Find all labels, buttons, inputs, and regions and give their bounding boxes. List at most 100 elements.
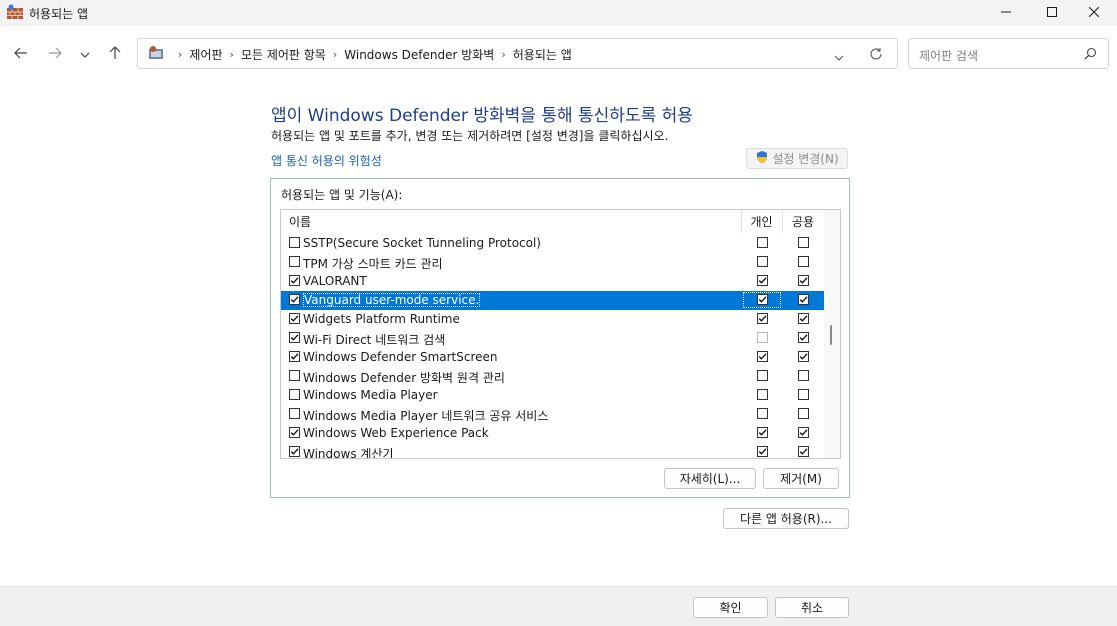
public-network-checkbox[interactable] xyxy=(798,427,809,438)
details-button[interactable]: 자세히(L)... xyxy=(664,468,756,489)
app-row[interactable]: Windows Defender 방화벽 원격 관리 xyxy=(281,367,824,386)
chevron-down-icon xyxy=(834,50,844,64)
refresh-button[interactable] xyxy=(869,47,883,64)
maximize-button[interactable] xyxy=(1029,0,1075,26)
back-button[interactable] xyxy=(8,42,34,66)
shield-icon xyxy=(755,150,769,167)
search-input[interactable]: 제어판 검색 xyxy=(908,38,1109,69)
address-dropdown-button[interactable] xyxy=(834,50,844,64)
remove-button[interactable]: 제거(M) xyxy=(763,468,839,489)
app-row[interactable]: SSTP(Secure Socket Tunneling Protocol) xyxy=(281,234,824,253)
scrollbar-thumb[interactable] xyxy=(830,325,832,345)
private-network-checkbox[interactable] xyxy=(757,427,768,438)
public-network-checkbox[interactable] xyxy=(798,408,809,419)
cancel-button[interactable]: 취소 xyxy=(775,597,849,618)
public-network-checkbox[interactable] xyxy=(798,332,809,343)
forward-button[interactable] xyxy=(42,42,68,66)
private-network-checkbox[interactable] xyxy=(757,408,768,419)
private-network-checkbox[interactable] xyxy=(757,351,768,362)
app-enable-checkbox[interactable] xyxy=(289,313,300,324)
app-enable-checkbox[interactable] xyxy=(289,351,300,362)
arrow-left-icon xyxy=(14,47,28,62)
breadcrumb-control-panel[interactable]: 제어판 xyxy=(189,46,222,63)
column-name-label: 이름 xyxy=(289,215,312,229)
allow-other-app-button[interactable]: 다른 앱 허용(R)... xyxy=(723,508,849,529)
app-enable-checkbox[interactable] xyxy=(289,427,300,438)
recent-locations-button[interactable] xyxy=(72,42,98,66)
up-button[interactable] xyxy=(102,42,128,66)
column-private-label: 개인 xyxy=(750,215,773,229)
private-network-checkbox[interactable] xyxy=(757,313,768,324)
app-name: TPM 가상 스마트 카드 관리 xyxy=(303,257,443,271)
public-network-checkbox[interactable] xyxy=(798,351,809,362)
change-settings-label: 설정 변경(N) xyxy=(772,152,839,166)
public-network-checkbox[interactable] xyxy=(798,275,809,286)
vertical-scrollbar[interactable] xyxy=(824,210,840,458)
private-network-checkbox[interactable] xyxy=(757,370,768,381)
app-row[interactable]: Windows Media Player 네트워크 공유 서비스 xyxy=(281,405,824,424)
app-name: Windows Defender SmartScreen xyxy=(303,350,498,364)
app-enable-checkbox[interactable] xyxy=(289,370,300,381)
public-network-checkbox[interactable] xyxy=(798,313,809,324)
app-row[interactable]: Wi-Fi Direct 네트워크 검색 xyxy=(281,329,824,348)
firewall-app-icon xyxy=(6,4,24,20)
title-bar xyxy=(0,0,1117,26)
minimize-button[interactable] xyxy=(983,0,1029,26)
breadcrumb-firewall[interactable]: Windows Defender 방화벽 xyxy=(344,46,494,63)
app-row[interactable]: Windows 계산기 xyxy=(281,443,824,458)
private-network-checkbox[interactable] xyxy=(757,294,768,305)
private-network-checkbox[interactable] xyxy=(757,446,768,457)
public-network-checkbox[interactable] xyxy=(798,389,809,400)
app-enable-checkbox[interactable] xyxy=(289,237,300,248)
app-name: SSTP(Secure Socket Tunneling Protocol) xyxy=(303,236,541,250)
breadcrumb-all-items[interactable]: 모든 제어판 항목 xyxy=(241,46,326,63)
change-settings-button[interactable]: 설정 변경(N) xyxy=(746,148,848,169)
app-name: Vanguard user-mode service. xyxy=(303,293,481,307)
column-header-public[interactable]: 공용 xyxy=(782,210,824,233)
risk-info-link[interactable]: 앱 통신 허용의 위험성 xyxy=(271,152,382,169)
close-button[interactable] xyxy=(1071,0,1117,26)
column-public-label: 공용 xyxy=(791,215,815,229)
app-enable-checkbox[interactable] xyxy=(289,408,300,419)
breadcrumb: › 제어판 › 모든 제어판 항목 › Windows Defender 방화벽… xyxy=(148,45,572,64)
ok-button[interactable]: 확인 xyxy=(693,597,768,618)
column-header-private[interactable]: 개인 xyxy=(741,210,782,233)
private-network-checkbox[interactable] xyxy=(757,389,768,400)
search-icon[interactable] xyxy=(1084,47,1097,63)
public-network-checkbox[interactable] xyxy=(798,294,809,305)
column-header-name[interactable]: 이름 xyxy=(289,210,739,233)
footer-bar xyxy=(0,586,1117,626)
maximize-icon xyxy=(1047,6,1057,20)
chevron-down-icon xyxy=(80,47,90,61)
app-row[interactable]: Widgets Platform Runtime xyxy=(281,310,824,329)
app-name: Wi-Fi Direct 네트워크 검색 xyxy=(303,333,446,347)
app-enable-checkbox[interactable] xyxy=(289,256,300,267)
breadcrumb-allowed-apps[interactable]: 허용되는 앱 xyxy=(513,46,572,63)
public-network-checkbox[interactable] xyxy=(798,256,809,267)
page-description: 허용되는 앱 및 포트를 추가, 변경 또는 제거하려면 [설정 변경]을 클릭… xyxy=(271,129,669,143)
app-row[interactable]: Windows Web Experience Pack xyxy=(281,424,824,443)
app-enable-checkbox[interactable] xyxy=(289,389,300,400)
public-network-checkbox[interactable] xyxy=(798,237,809,248)
breadcrumb-separator: › xyxy=(178,48,183,61)
allowed-apps-list[interactable]: 이름 개인 공용 SSTP(Secure Socket Tunneling Pr… xyxy=(280,209,841,459)
app-row[interactable]: Windows Media Player xyxy=(281,386,824,405)
private-network-checkbox[interactable] xyxy=(757,332,768,343)
search-placeholder: 제어판 검색 xyxy=(919,49,979,63)
private-network-checkbox[interactable] xyxy=(757,237,768,248)
app-row[interactable]: TPM 가상 스마트 카드 관리 xyxy=(281,253,824,272)
app-enable-checkbox[interactable] xyxy=(289,275,300,286)
app-enable-checkbox[interactable] xyxy=(289,332,300,343)
app-row[interactable]: Vanguard user-mode service. xyxy=(281,291,824,310)
app-name: Windows Defender 방화벽 원격 관리 xyxy=(303,371,505,385)
private-network-checkbox[interactable] xyxy=(757,256,768,267)
page-heading: 앱이 Windows Defender 방화벽을 통해 통신하도록 허용 xyxy=(271,106,693,126)
app-enable-checkbox[interactable] xyxy=(289,294,300,305)
arrow-right-icon xyxy=(48,47,62,62)
private-network-checkbox[interactable] xyxy=(757,275,768,286)
app-row[interactable]: Windows Defender SmartScreen xyxy=(281,348,824,367)
app-enable-checkbox[interactable] xyxy=(289,446,300,457)
app-row[interactable]: VALORANT xyxy=(281,272,824,291)
public-network-checkbox[interactable] xyxy=(798,446,809,457)
public-network-checkbox[interactable] xyxy=(798,370,809,381)
